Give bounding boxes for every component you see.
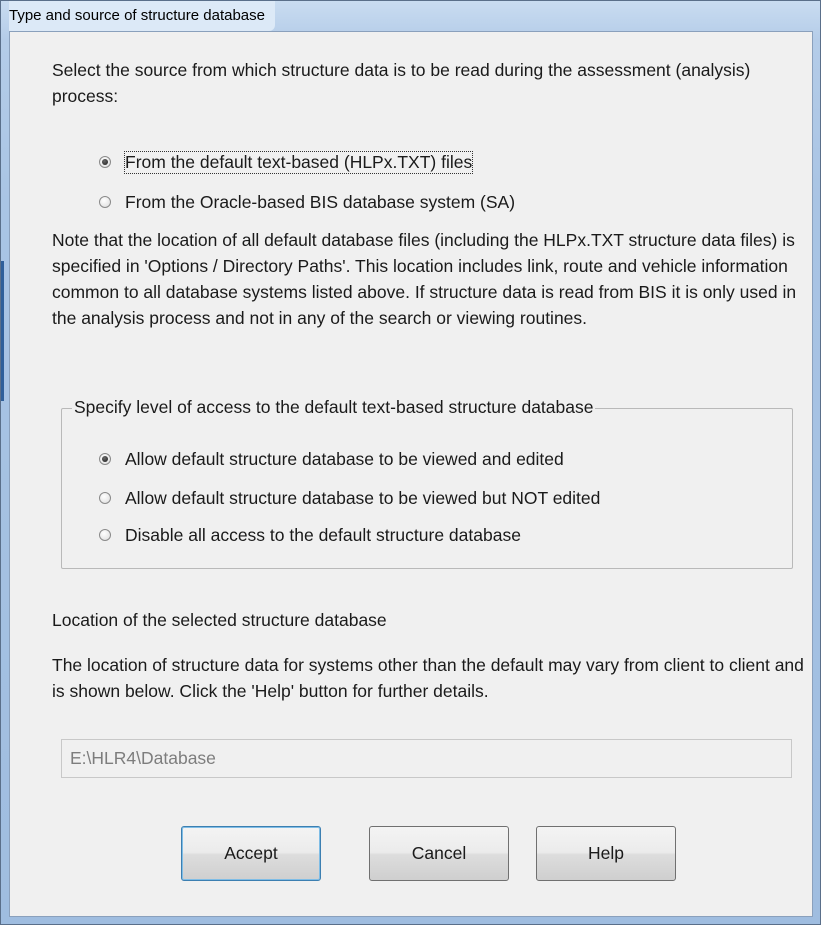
window-edge-accent (1, 261, 4, 401)
access-option-view-edit[interactable]: Allow default structure database to be v… (99, 446, 564, 472)
access-option-label: Allow default structure database to be v… (125, 448, 564, 469)
source-option-text-files[interactable]: From the default text-based (HLPx.TXT) f… (99, 149, 474, 175)
source-option-label: From the default text-based (HLPx.TXT) f… (123, 150, 474, 174)
cancel-button[interactable]: Cancel (369, 826, 509, 881)
database-location-note: Note that the location of all default da… (52, 230, 797, 328)
access-option-label: Allow default structure database to be v… (125, 487, 601, 508)
access-option-view-only[interactable]: Allow default structure database to be v… (99, 485, 600, 511)
access-option-label: Disable all access to the default struct… (125, 524, 521, 545)
accept-button[interactable]: Accept (181, 826, 321, 881)
location-heading: Location of the selected structure datab… (52, 610, 387, 630)
radio-unselected-icon[interactable] (99, 492, 111, 504)
source-option-label: From the Oracle-based BIS database syste… (125, 191, 516, 212)
source-intro-text: Select the source from which structure d… (52, 60, 751, 106)
window-title: Type and source of structure database (9, 1, 275, 31)
radio-unselected-icon[interactable] (99, 196, 111, 208)
title-bar[interactable]: Type and source of structure database (1, 1, 821, 31)
access-level-legend: Specify level of access to the default t… (72, 394, 596, 420)
access-option-disable[interactable]: Disable all access to the default struct… (99, 522, 521, 548)
radio-unselected-icon[interactable] (99, 529, 111, 541)
help-button[interactable]: Help (536, 826, 676, 881)
radio-selected-icon[interactable] (99, 453, 111, 465)
dialog-window: Type and source of structure database Se… (0, 0, 821, 925)
radio-selected-icon[interactable] (99, 156, 111, 168)
database-path-field[interactable]: E:\HLR4\Database (61, 739, 792, 778)
location-description: The location of structure data for syste… (52, 655, 804, 701)
source-option-oracle-bis[interactable]: From the Oracle-based BIS database syste… (99, 189, 515, 215)
